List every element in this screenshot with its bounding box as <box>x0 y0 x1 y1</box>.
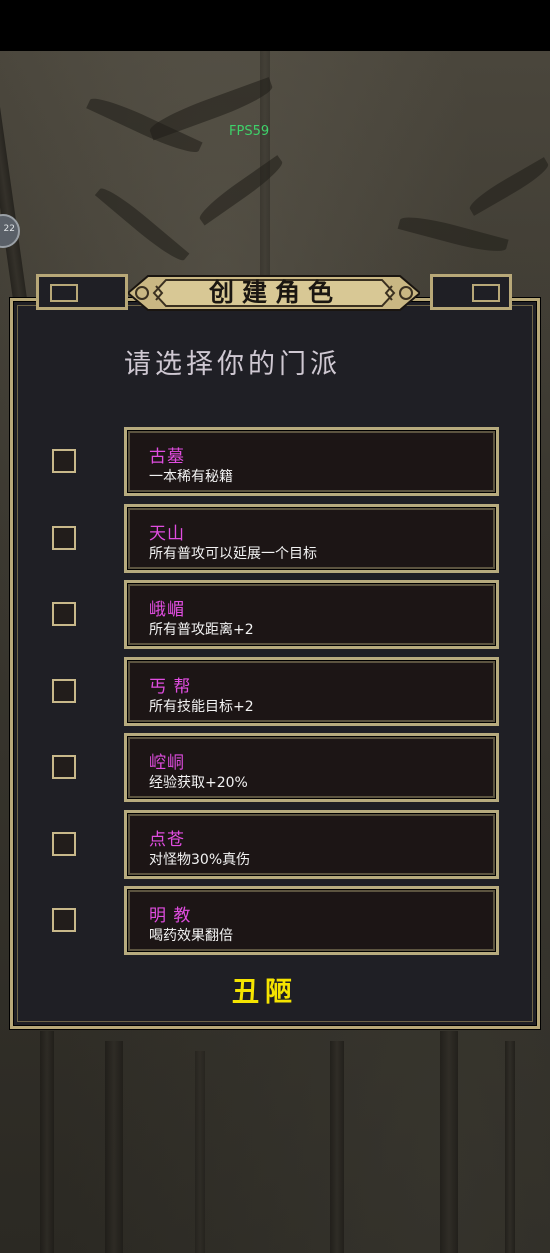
avatar-level: 22 <box>3 224 15 234</box>
sect-option-diancang[interactable]: 点苍 对怪物30%真伤 <box>124 810 499 879</box>
sect-desc: 所有技能目标+2 <box>149 699 254 715</box>
left-corner-ornament <box>36 274 128 312</box>
sect-name: 点苍 <box>149 830 185 850</box>
sect-desc: 所有普攻距离+2 <box>149 622 254 638</box>
sect-desc: 喝药效果翻倍 <box>149 928 233 944</box>
dialog-title: 创建角色 <box>208 278 341 307</box>
sect-option-gumu[interactable]: 古墓 一本稀有秘籍 <box>124 427 499 496</box>
sect-option-emei[interactable]: 峨嵋 所有普攻距离+2 <box>124 580 499 649</box>
sect-option-kongtong[interactable]: 崆峒 经验获取+20% <box>124 733 499 802</box>
right-corner-ornament <box>430 274 512 312</box>
sect-desc: 一本稀有秘籍 <box>149 469 233 485</box>
sect-desc: 经验获取+20% <box>149 775 248 791</box>
sect-option-mingjiao[interactable]: 明 教 喝药效果翻倍 <box>124 886 499 955</box>
sect-option-gaibang[interactable]: 丐 帮 所有技能目标+2 <box>124 657 499 726</box>
sect-option-tianshan[interactable]: 天山 所有普攻可以延展一个目标 <box>124 504 499 573</box>
sect-checkbox-kongtong[interactable] <box>52 755 76 779</box>
sect-desc: 所有普攻可以延展一个目标 <box>149 546 317 562</box>
sect-name: 天山 <box>149 524 185 544</box>
status-bar <box>0 0 550 51</box>
sect-name: 峨嵋 <box>149 600 185 620</box>
sect-checkbox-mingjiao[interactable] <box>52 908 76 932</box>
sect-checkbox-gaibang[interactable] <box>52 679 76 703</box>
sect-desc: 对怪物30%真伤 <box>149 852 251 868</box>
sect-name: 古墓 <box>149 447 185 467</box>
sect-name: 明 教 <box>149 906 192 926</box>
sect-name: 崆峒 <box>149 753 185 773</box>
sect-checkbox-gumu[interactable] <box>52 449 76 473</box>
fps-counter: FPS59 <box>229 124 270 139</box>
dialog-subtitle: 请选择你的门派 <box>124 349 341 380</box>
sect-checkbox-diancang[interactable] <box>52 832 76 856</box>
sect-checkbox-tianshan[interactable] <box>52 526 76 550</box>
sect-name: 丐 帮 <box>149 677 192 697</box>
sect-checkbox-emei[interactable] <box>52 602 76 626</box>
confirm-button[interactable]: 丑陋 <box>232 970 298 1009</box>
